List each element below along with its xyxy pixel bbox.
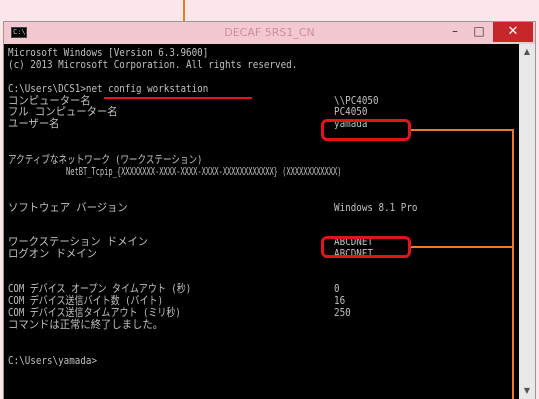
arrow-down-icon[interactable]: ▼: [519, 383, 535, 399]
close-button[interactable]: ✕: [493, 22, 533, 42]
field-label-software-version: ソフトウェア バージョン: [8, 201, 128, 214]
window-title: DECAF 5RS1_CN: [224, 26, 315, 39]
highlight-logon-domain: [321, 236, 411, 258]
maximize-button[interactable]: □: [467, 22, 491, 42]
vertical-scrollbar[interactable]: ▲ ▼: [519, 44, 535, 399]
command-underline: [104, 97, 252, 99]
field-label-logon-domain: ログオン ドメイン: [8, 247, 97, 260]
callout-connector-domain: [411, 246, 514, 248]
field-value-com-send-timeout: 250: [334, 306, 351, 319]
prompt-line: C:\Users\yamada>: [8, 354, 98, 367]
arrow-up-icon[interactable]: ▲: [519, 44, 535, 60]
title-bar[interactable]: C:\ DECAF 5RS1_CN – □ ✕: [4, 22, 535, 44]
field-label-user-name: ユーザー名: [8, 117, 60, 130]
copyright-line: (c) 2013 Microsoft Corporation. All righ…: [8, 58, 298, 71]
highlight-user-name: [321, 119, 411, 141]
console-output[interactable]: Microsoft Windows [Version 6.3.9600] (c)…: [4, 44, 519, 399]
field-value-software-version: Windows 8.1 Pro: [334, 201, 418, 214]
completion-line: コマンドは正常に終了しました。: [8, 318, 164, 331]
callout-line-right: [512, 129, 514, 399]
field-network-adapter: NetBT_Tcpip_{XXXXXXXX-XXXX-XXXX-XXXX-XXX…: [66, 165, 342, 178]
callout-connector-user: [411, 129, 514, 131]
minimize-button[interactable]: –: [443, 22, 467, 42]
cmd-icon: C:\: [11, 27, 27, 38]
console-window: C:\ DECAF 5RS1_CN – □ ✕ Microsoft Window…: [4, 22, 535, 399]
